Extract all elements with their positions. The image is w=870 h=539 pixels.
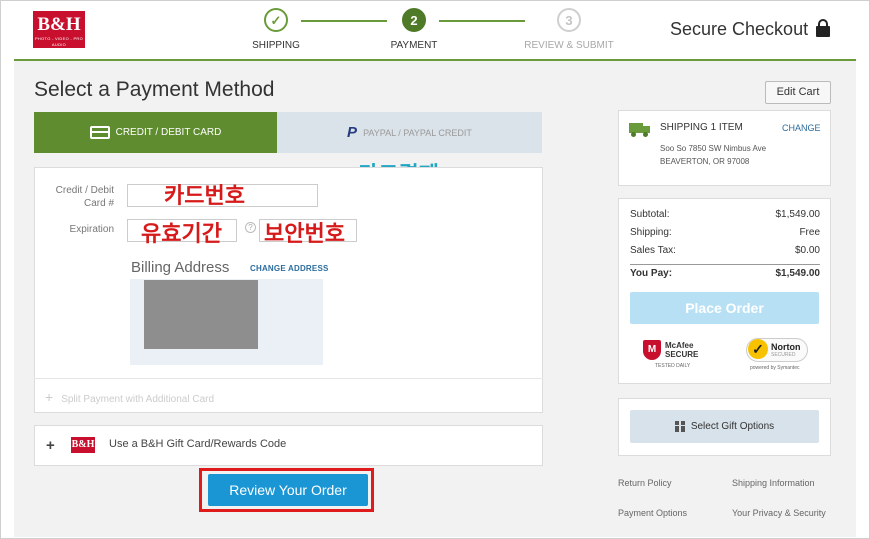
edit-cart-button[interactable]: Edit Cart [765, 81, 831, 104]
step-label: REVIEW & SUBMIT [524, 40, 614, 51]
tab-label: PAYPAL / PAYPAL CREDIT [363, 127, 472, 138]
shipping-info-link[interactable]: Shipping Information [732, 478, 815, 488]
truck-icon [629, 123, 651, 137]
tab-paypal[interactable]: P PAYPAL / PAYPAL CREDIT [277, 112, 542, 153]
step-label: SHIPPING [252, 40, 300, 51]
gift-options-label: Select Gift Options [690, 421, 775, 432]
mcafee-shield-icon: M [643, 340, 661, 360]
mcafee-text: TESTED DAILY [655, 363, 691, 369]
gift-icon [674, 421, 685, 432]
subtotal-row: Subtotal: $1,549.00 [630, 209, 820, 220]
tab-credit-debit-card[interactable]: CREDIT / DEBIT CARD [34, 112, 277, 153]
page-title: Select a Payment Method [34, 78, 275, 101]
gift-options-button[interactable]: Select Gift Options [630, 410, 819, 443]
annotation-card-number: 카드번호 [164, 184, 245, 209]
tax-row: Sales Tax: $0.00 [630, 245, 820, 256]
step-number: 3 [557, 8, 581, 32]
shipping-address: Soo So 7850 SW Nimbus Ave BEAVERTON, OR … [660, 142, 766, 168]
billing-address-title: Billing Address [131, 259, 230, 276]
step-number: 2 [402, 8, 426, 32]
annotation-security-code: 보안번호 [264, 222, 345, 247]
bh-mini-logo: B&H [71, 437, 95, 453]
you-pay-label: You Pay: [630, 268, 673, 279]
review-order-button[interactable]: Review Your Order [208, 474, 368, 506]
help-icon[interactable]: ? [245, 222, 256, 233]
redacted-address [144, 280, 258, 349]
step-label: PAYMENT [390, 40, 438, 51]
expiration-label: Expiration [69, 224, 114, 235]
mcafee-text: SECURE [665, 350, 699, 359]
plus-icon: + [46, 437, 55, 454]
paypal-icon: P [347, 124, 358, 141]
gift-card-label: Use a B&H Gift Card/Rewards Code [109, 438, 287, 450]
change-address-link[interactable]: CHANGE ADDRESS [250, 264, 329, 273]
return-policy-link[interactable]: Return Policy [618, 478, 672, 488]
address-line: BEAVERTON, OR 97008 [660, 157, 750, 166]
shipping-label: Shipping: [630, 227, 672, 238]
step-shipping[interactable]: ✓ SHIPPING [221, 8, 331, 51]
checkmark-icon: ✓ [748, 339, 768, 359]
shipping-title: SHIPPING 1 ITEM [660, 122, 743, 133]
norton-text: powered by Symantec [750, 365, 800, 371]
step-payment: 2 PAYMENT [359, 8, 469, 51]
you-pay-value: $1,549.00 [775, 268, 821, 279]
place-order-button[interactable]: Place Order [630, 292, 819, 324]
split-payment-label: Split Payment with Additional Card [61, 394, 215, 405]
shipping-value: Free [799, 227, 820, 238]
lock-icon [816, 19, 830, 37]
step-review: 3 REVIEW & SUBMIT [514, 8, 624, 51]
secure-checkout-title: Secure Checkout [670, 19, 809, 39]
mcafee-text: McAfee [665, 341, 694, 350]
split-payment-option[interactable]: + Split Payment with Additional Card [45, 389, 214, 405]
you-pay-row: You Pay: $1,549.00 [630, 268, 820, 279]
subtotal-value: $1,549.00 [775, 209, 821, 220]
summary-divider [630, 264, 820, 265]
annotation-expiration: 유효기간 [141, 222, 222, 247]
payment-options-link[interactable]: Payment Options [618, 508, 687, 518]
plus-icon: + [45, 389, 54, 405]
norton-text: SECURED [771, 352, 796, 358]
tax-value: $0.00 [794, 245, 820, 256]
credit-card-icon [89, 126, 110, 139]
address-line: Soo So 7850 SW Nimbus Ave [660, 144, 767, 153]
privacy-link[interactable]: Your Privacy & Security [732, 508, 826, 518]
tax-label: Sales Tax: [630, 245, 676, 256]
tab-label: CREDIT / DEBIT CARD [115, 127, 222, 138]
split-divider [34, 378, 543, 379]
shipping-row: Shipping: Free [630, 227, 820, 238]
norton-text: Norton [771, 342, 801, 352]
check-icon: ✓ [264, 8, 288, 32]
subtotal-label: Subtotal: [630, 209, 670, 220]
shipping-change-link[interactable]: CHANGE [782, 123, 821, 133]
card-number-label: Credit / Debit Card # [55, 185, 114, 209]
